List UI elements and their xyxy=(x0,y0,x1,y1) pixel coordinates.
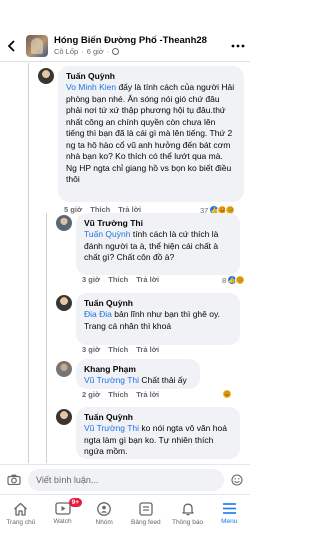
comment-actions: 3 giờ Thích Trả lời xyxy=(82,345,167,354)
mention-link[interactable]: Tuấn Quỳnh xyxy=(84,229,130,239)
comment-bubble: Tuấn Quỳnh Đia Đia bản lĩnh như bạn thì … xyxy=(76,293,240,345)
tab-feeds[interactable]: Bảng feed xyxy=(125,495,167,542)
mention-link[interactable]: Vũ Trường Thi xyxy=(84,375,139,385)
comment-actions: 3 giờ Thích Trả lời xyxy=(82,275,167,284)
avatar[interactable] xyxy=(56,295,72,311)
bottom-tab-bar: Trang chủ 9+ Watch Nhóm Bảng feed Thông … xyxy=(0,494,250,542)
reply-button[interactable]: Trả lời xyxy=(136,390,159,399)
comment-text: Vũ Trường Thi ko nói ngta vô văn hoá ngt… xyxy=(84,423,227,456)
tab-label: Bảng feed xyxy=(131,519,161,526)
comment-bubble: Tuấn Quỳnh Vo Minh Kien đấy là tính cách… xyxy=(58,66,244,202)
camera-button[interactable] xyxy=(0,474,28,485)
comment-composer: Viết bình luận... xyxy=(0,464,250,494)
like-button[interactable]: Thích xyxy=(108,345,128,354)
comment-time: 3 giờ xyxy=(82,275,101,284)
comment-text: Vo Minh Kien đấy là tính cách của người … xyxy=(66,82,235,184)
camera-icon xyxy=(7,474,21,485)
status-bar xyxy=(0,0,250,30)
post-author[interactable]: Cô Lốp xyxy=(54,47,78,56)
bell-icon xyxy=(181,503,194,516)
mention-link[interactable]: Đia Đia xyxy=(84,309,112,319)
comment-text: Tuấn Quỳnh tính cách là cứ thích là đánh… xyxy=(84,229,219,262)
comment-text: Vũ Trường Thi Chất thải ấy xyxy=(84,375,187,385)
post-time: 6 giờ xyxy=(86,47,104,56)
tab-menu[interactable]: Menu xyxy=(208,495,250,542)
tab-watch[interactable]: 9+ Watch xyxy=(42,495,84,542)
reaction-summary[interactable]: 😆 xyxy=(222,389,232,399)
header-text: Hóng Biến Đường Phố -Theanh28 Cô Lốp · 6… xyxy=(54,35,226,56)
groups-icon xyxy=(97,502,112,516)
avatar[interactable] xyxy=(38,68,54,84)
reply-button[interactable]: Trả lời xyxy=(136,275,159,284)
comment-text: Đia Đia bản lĩnh như bạn thì ghê oy. Tra… xyxy=(84,309,220,331)
emoji-button[interactable] xyxy=(224,473,250,486)
comment-bubble: Tuấn Quỳnh Vũ Trường Thi ko nói ngta vô … xyxy=(76,407,240,459)
tab-notifications[interactable]: Thông báo xyxy=(167,495,209,542)
commenter-name[interactable]: Vũ Trường Thi xyxy=(84,218,232,229)
avatar[interactable] xyxy=(56,361,72,377)
watch-icon xyxy=(54,502,71,515)
comment-time: 5 giờ xyxy=(64,205,83,214)
globe-icon xyxy=(112,48,120,55)
tab-label: Menu xyxy=(221,518,238,525)
avatar[interactable] xyxy=(56,409,72,425)
more-options-button[interactable] xyxy=(226,30,250,62)
commenter-name[interactable]: Tuấn Quỳnh xyxy=(66,71,236,82)
comment-input[interactable]: Viết bình luận... xyxy=(28,468,224,491)
like-button[interactable]: Thích xyxy=(108,275,128,284)
thread-line xyxy=(28,63,29,463)
comment-list[interactable]: Tuấn Quỳnh Vo Minh Kien đấy là tính cách… xyxy=(0,63,250,463)
notification-badge: 9+ xyxy=(68,498,83,507)
tab-label: Watch xyxy=(53,518,72,525)
more-horizontal-icon xyxy=(231,44,245,47)
back-button[interactable] xyxy=(0,30,24,62)
feeds-icon xyxy=(139,502,153,516)
tab-groups[interactable]: Nhóm xyxy=(83,495,125,542)
like-button[interactable]: Thích xyxy=(108,390,128,399)
reaction-count: 8 xyxy=(222,275,227,285)
menu-icon xyxy=(222,503,236,514)
commenter-name[interactable]: Khang Phạm xyxy=(84,364,192,375)
commenter-name[interactable]: Tuấn Quỳnh xyxy=(84,412,232,423)
post-meta: Cô Lốp · 6 giờ · xyxy=(54,47,226,56)
group-avatar[interactable] xyxy=(26,34,48,57)
sad-reaction-icon: 😢 xyxy=(235,275,246,285)
group-title[interactable]: Hóng Biến Đường Phố -Theanh28 xyxy=(54,35,226,46)
tab-label: Nhóm xyxy=(95,519,113,526)
chevron-left-icon xyxy=(7,39,15,52)
comment-time: 3 giờ xyxy=(82,345,101,354)
post-header: Hóng Biến Đường Phố -Theanh28 Cô Lốp · 6… xyxy=(0,30,250,62)
comment-time: 2 giờ xyxy=(82,390,101,399)
comment-actions: 2 giờ Thích Trả lời xyxy=(82,390,167,399)
mention-link[interactable]: Vo Minh Kien xyxy=(66,82,116,92)
comment-bubble: Khang Phạm Vũ Trường Thi Chất thải ấy xyxy=(76,359,200,389)
comment-bubble: Vũ Trường Thi Tuấn Quỳnh tính cách là cứ… xyxy=(76,213,240,275)
tab-home[interactable]: Trang chủ xyxy=(0,495,42,542)
mention-link[interactable]: Vũ Trường Thi xyxy=(84,423,139,433)
emoji-icon xyxy=(231,473,243,486)
commenter-name[interactable]: Tuấn Quỳnh xyxy=(84,298,232,309)
reaction-summary[interactable]: 8 👍 😢 xyxy=(222,275,246,285)
thread-line xyxy=(46,213,47,463)
tab-label: Trang chủ xyxy=(6,519,36,526)
reply-button[interactable]: Trả lời xyxy=(136,345,159,354)
tab-label: Thông báo xyxy=(171,519,204,526)
avatar[interactable] xyxy=(56,215,72,231)
home-icon xyxy=(14,502,28,516)
haha-reaction-icon: 😆 xyxy=(222,389,232,399)
